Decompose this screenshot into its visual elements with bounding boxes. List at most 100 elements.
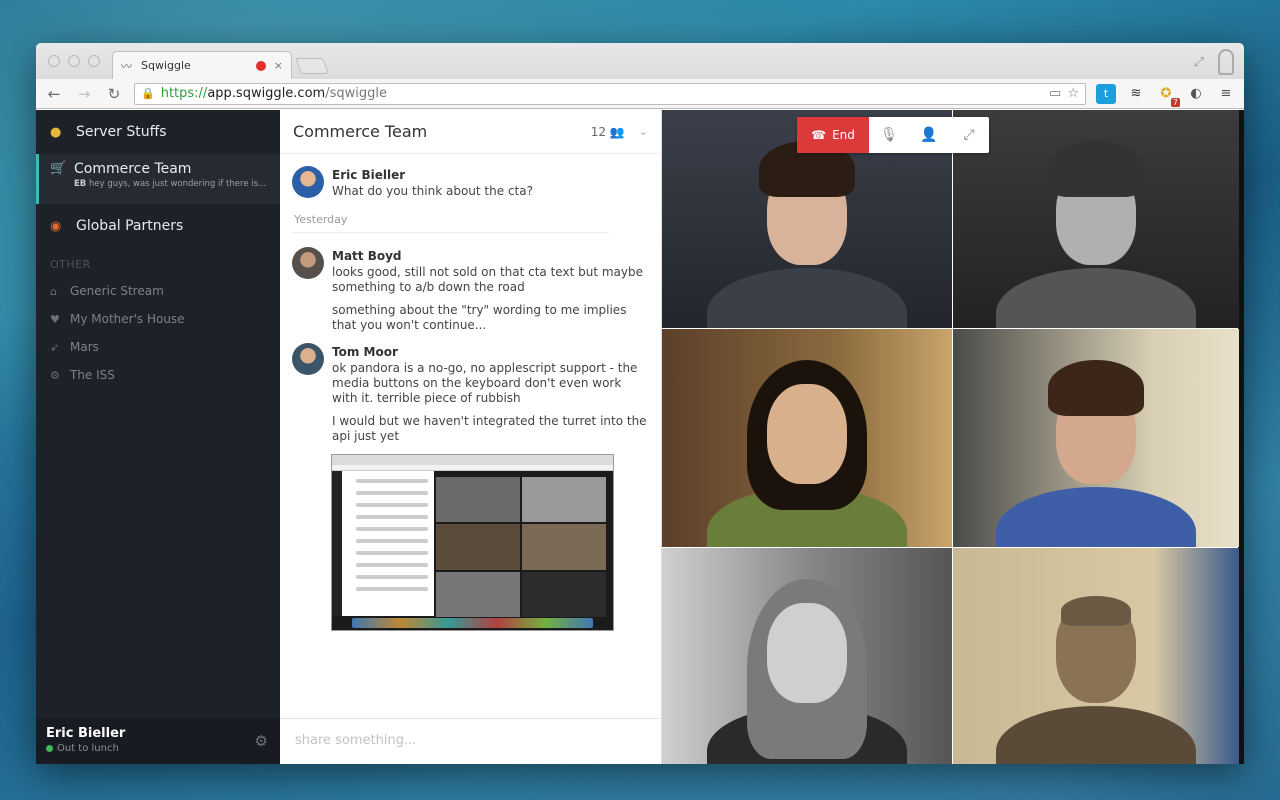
tab-strip: 〰 Sqwiggle × ⤢ (36, 43, 1244, 79)
heart-icon: ♥ (50, 312, 60, 326)
channel-commerce-team[interactable]: 🛒 Commerce Team EB hey guys, was just wo… (36, 154, 280, 204)
fullscreen-icon[interactable]: ⤢ (1194, 55, 1204, 70)
recording-indicator-icon (255, 60, 266, 71)
sqwiggle-favicon-icon: 〰 (121, 59, 132, 73)
tab-title: Sqwiggle (141, 59, 191, 72)
channel-label: Server Stuffs (76, 124, 167, 140)
message-composer-input[interactable]: share something... (280, 718, 661, 764)
address-bar[interactable]: 🔒 https:// app.sqwiggle.com /sqwiggle ▭ … (134, 82, 1086, 105)
status-dot-icon (46, 745, 53, 752)
message-text: I would but we haven't integrated the tu… (332, 414, 647, 443)
stream-label: The ISS (70, 368, 115, 382)
stream-the-iss[interactable]: ⚙ The ISS (36, 361, 280, 389)
sqwiggle-app: ● Server Stuffs 🛒 Commerce Team EB hey g… (36, 110, 1244, 764)
message-author[interactable]: Eric Bieller (332, 168, 533, 182)
chat-panel: Commerce Team 12 👥 ⌄ Eric Bieller What d… (280, 110, 662, 764)
chrome-menu-icon[interactable]: ≡ (1216, 84, 1236, 104)
chat-header: Commerce Team 12 👥 ⌄ (280, 110, 661, 154)
member-count-value: 12 (590, 124, 606, 139)
stream-label: My Mother's House (70, 312, 185, 326)
member-count[interactable]: 12 👥 (591, 125, 625, 139)
message-list: Eric Bieller What do you think about the… (280, 154, 661, 631)
user-status-text: Out to lunch (57, 743, 119, 754)
channel-label: Commerce Team (74, 161, 192, 177)
person-icon[interactable]: 👤 (909, 117, 949, 153)
message-text: What do you think about the cta? (332, 184, 533, 198)
home-icon: ⌂ (50, 284, 57, 298)
back-button[interactable]: ← (44, 85, 64, 103)
message-text: something about the "try" wording to me … (332, 303, 627, 332)
stream-my-mothers-house[interactable]: ♥ My Mother's House (36, 305, 280, 333)
circle-extension-icon[interactable]: ◐ (1186, 84, 1206, 104)
cart-icon: 🛒 (50, 161, 67, 176)
stream-generic-stream[interactable]: ⌂ Generic Stream (36, 277, 280, 305)
video-tile[interactable] (953, 110, 1239, 328)
new-tab-button[interactable] (295, 58, 329, 74)
expand-icon[interactable]: ⤢ (949, 117, 989, 153)
buffer-extension-icon[interactable]: ≋ (1126, 84, 1146, 104)
browser-tab[interactable]: 〰 Sqwiggle × (112, 51, 292, 79)
video-tile[interactable] (953, 329, 1239, 547)
close-window-button[interactable] (48, 55, 60, 67)
message-author[interactable]: Tom Moor (332, 345, 649, 359)
preview-initials: EB (74, 179, 87, 189)
message: Tom Moor ok pandora is a no-go, no apple… (292, 343, 649, 444)
stream-mars[interactable]: ➶ Mars (36, 333, 280, 361)
screenshot-attachment[interactable] (331, 454, 614, 631)
avatar[interactable] (292, 343, 324, 375)
video-tile[interactable] (662, 329, 952, 547)
browser-toolbar: ← → ↻ 🔒 https:// app.sqwiggle.com /sqwig… (36, 79, 1244, 109)
browser-window: 〰 Sqwiggle × ⤢ ← → ↻ 🔒 https:// app.sqwi… (36, 43, 1244, 764)
end-call-button[interactable]: ☎ End (797, 117, 869, 153)
window-controls (48, 55, 100, 67)
message-author[interactable]: Matt Boyd (332, 249, 649, 263)
camera-icon[interactable]: ▭ (1049, 86, 1061, 101)
user-name: Eric Bieller (46, 726, 126, 741)
avatar[interactable] (292, 247, 324, 279)
section-label-other: OTHER (50, 258, 91, 271)
globe-icon: ◉ (50, 218, 62, 234)
bookmark-star-icon[interactable]: ☆ (1067, 86, 1079, 101)
current-user-bar[interactable]: Eric Bieller Out to lunch ⚙ (36, 718, 280, 764)
message-text: ok pandora is a no-go, no applescript su… (332, 361, 638, 405)
window-right-controls: ⤢ (1194, 49, 1234, 75)
extensions: t ≋ ✪ 7 ◐ ≡ (1096, 83, 1236, 107)
members-icon: 👥 (609, 124, 625, 139)
message-text: looks good, still not sold on that cta t… (332, 265, 643, 294)
stream-label: Generic Stream (70, 284, 164, 298)
sidebar: ● Server Stuffs 🛒 Commerce Team EB hey g… (36, 110, 280, 764)
omnibox-actions: ▭ ☆ (1049, 86, 1079, 101)
video-tile[interactable] (953, 548, 1239, 764)
database-icon: ● (50, 124, 62, 140)
channel-global-partners[interactable]: ◉ Global Partners (36, 204, 280, 248)
channel-server-stuffs[interactable]: ● Server Stuffs (36, 110, 280, 154)
mute-microphone-icon[interactable]: 🎙 (869, 117, 909, 153)
forward-button[interactable]: → (74, 85, 94, 103)
day-separator: Yesterday (292, 209, 609, 233)
avatar[interactable] (292, 166, 324, 198)
twitter-extension-icon[interactable]: t (1096, 83, 1116, 104)
tab-close-icon[interactable]: × (274, 59, 283, 72)
channel-preview: EB hey guys, was just wondering if there… (74, 179, 266, 189)
url-path: /sqwiggle (325, 86, 387, 101)
call-controls: ☎ End 🎙 👤 ⤢ (797, 117, 989, 153)
zoom-window-button[interactable] (88, 55, 100, 67)
minimize-window-button[interactable] (68, 55, 80, 67)
profile-icon[interactable] (1218, 49, 1234, 75)
stream-label: Mars (70, 340, 99, 354)
channel-label: Global Partners (76, 218, 184, 234)
chevron-down-icon[interactable]: ⌄ (639, 125, 648, 138)
reload-button[interactable]: ↻ (104, 85, 124, 103)
user-status[interactable]: Out to lunch (46, 743, 270, 754)
medal-extension-icon[interactable]: ✪ 7 (1156, 84, 1180, 107)
end-call-label: End (832, 128, 855, 142)
phone-hangup-icon: ☎ (811, 128, 827, 142)
chat-title: Commerce Team (293, 122, 428, 141)
settings-gear-icon[interactable]: ⚙ (255, 732, 268, 750)
message: Eric Bieller What do you think about the… (292, 166, 649, 199)
video-call-panel: ☎ End 🎙 👤 ⤢ (662, 110, 1244, 764)
video-tile[interactable] (662, 548, 952, 764)
video-grid (662, 110, 1239, 764)
satellite-icon: ⚙ (50, 368, 60, 382)
extension-badge: 7 (1170, 97, 1180, 107)
